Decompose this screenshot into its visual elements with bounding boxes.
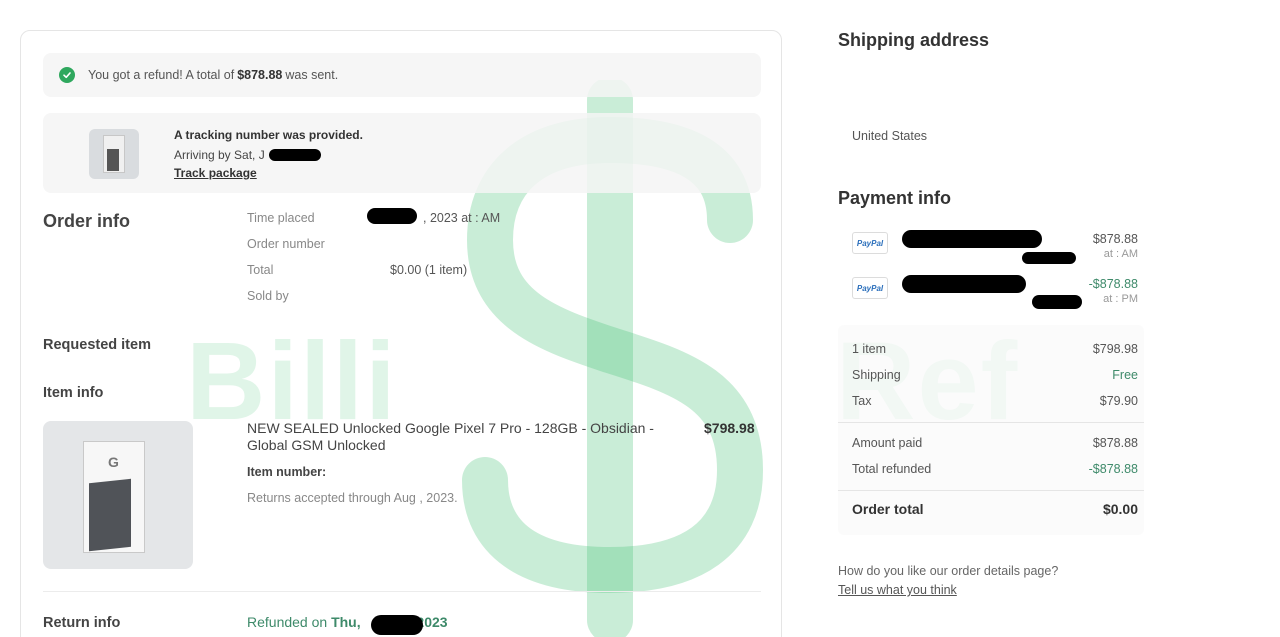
payment-info-title: Payment info	[838, 188, 952, 208]
return-info-title: Return info	[43, 615, 121, 631]
summary-value: Free	[1112, 368, 1138, 382]
refund-amount: $878.88	[237, 68, 283, 82]
summary-value: $878.88	[1092, 436, 1138, 450]
redaction	[902, 230, 1042, 248]
feedback-link[interactable]: Tell us what you think	[838, 583, 957, 597]
payment-transaction-1: PayPal $878.88 at : AM	[852, 228, 1138, 264]
check-circle-icon	[59, 67, 75, 83]
transaction-amount: $878.88	[1092, 232, 1138, 246]
order-total-value: $0.00	[1102, 501, 1138, 517]
item-number: Item number:	[247, 465, 326, 479]
item-info-title: Item info	[43, 385, 104, 401]
total-label: Total	[247, 263, 274, 277]
summary-value: -$878.88	[1088, 462, 1138, 476]
order-details-card: You got a refund! A total of $878.88 was…	[20, 30, 782, 637]
sold-by-label: Sold by	[247, 289, 289, 303]
total-value: $0.00 (1 item)	[390, 263, 468, 277]
redaction	[371, 615, 423, 635]
shipping-country: United States	[852, 129, 928, 143]
redaction	[367, 208, 417, 224]
refunded-prefix: Refunded on	[247, 614, 328, 630]
paypal-icon: PayPal	[852, 232, 888, 254]
redaction	[1032, 295, 1082, 309]
shipping-address-title: Shipping address	[838, 30, 990, 50]
item-title-link[interactable]: NEW SEALED Unlocked Google Pixel 7 Pro -…	[247, 420, 687, 454]
tracking-item-thumbnail	[89, 129, 139, 179]
order-info-title: Order info	[43, 211, 131, 231]
tracking-box: A tracking number was provided. Arriving…	[43, 113, 761, 193]
transaction-time: at : PM	[1103, 293, 1138, 305]
order-number-label: Order number	[247, 237, 325, 251]
summary-row-total-refunded: Total refunded -$878.88	[852, 462, 1138, 476]
summary-row-items: 1 item $798.98	[852, 342, 1138, 356]
refund-banner: You got a refund! A total of $878.88 was…	[43, 53, 761, 97]
summary-value: $798.98	[1092, 342, 1138, 356]
item-number-label: Item number:	[247, 465, 327, 479]
order-summary: 1 item $798.98 Shipping Free Tax $79.90 …	[838, 325, 1144, 535]
order-total: Order total $0.00	[852, 501, 1138, 517]
summary-label: Amount paid	[852, 436, 923, 450]
transaction-amount: -$878.88	[1088, 277, 1138, 291]
payment-transaction-2: PayPal -$878.88 at : PM	[852, 273, 1138, 309]
redaction	[1022, 252, 1076, 264]
item-price: $798.98	[704, 420, 755, 436]
refund-text-prefix: You got a refund! A total of	[88, 68, 235, 82]
requested-item-title: Requested item	[43, 337, 151, 353]
summary-row-shipping: Shipping Free	[852, 368, 1138, 382]
summary-divider	[838, 422, 1144, 423]
summary-divider	[838, 490, 1144, 491]
track-package-link[interactable]: Track package	[174, 166, 257, 180]
refunded-day: Thu,	[331, 614, 361, 630]
redaction	[269, 149, 321, 161]
refund-text-suffix: was sent.	[285, 68, 339, 82]
summary-label: Total refunded	[852, 462, 932, 476]
summary-row-tax: Tax $79.90	[852, 394, 1138, 408]
returns-policy: Returns accepted through Aug , 2023.	[247, 491, 458, 505]
summary-label: Shipping	[852, 368, 901, 382]
divider	[43, 591, 761, 592]
paypal-icon: PayPal	[852, 277, 888, 299]
feedback-question: How do you like our order details page?	[838, 564, 1059, 578]
summary-label: 1 item	[852, 342, 887, 356]
summary-row-amount-paid: Amount paid $878.88	[852, 436, 1138, 450]
time-placed-label: Time placed	[247, 211, 315, 225]
order-total-label: Order total	[852, 501, 924, 517]
tracking-arrival: Arriving by Sat, J	[174, 148, 265, 162]
summary-value: $79.90	[1099, 394, 1138, 408]
tracking-title: A tracking number was provided.	[174, 128, 363, 142]
transaction-time: at : AM	[1103, 248, 1138, 260]
summary-label: Tax	[852, 394, 872, 408]
time-placed-value: , 2023 at : AM	[423, 211, 501, 225]
item-image[interactable]: G	[43, 421, 193, 569]
redaction	[902, 275, 1026, 293]
